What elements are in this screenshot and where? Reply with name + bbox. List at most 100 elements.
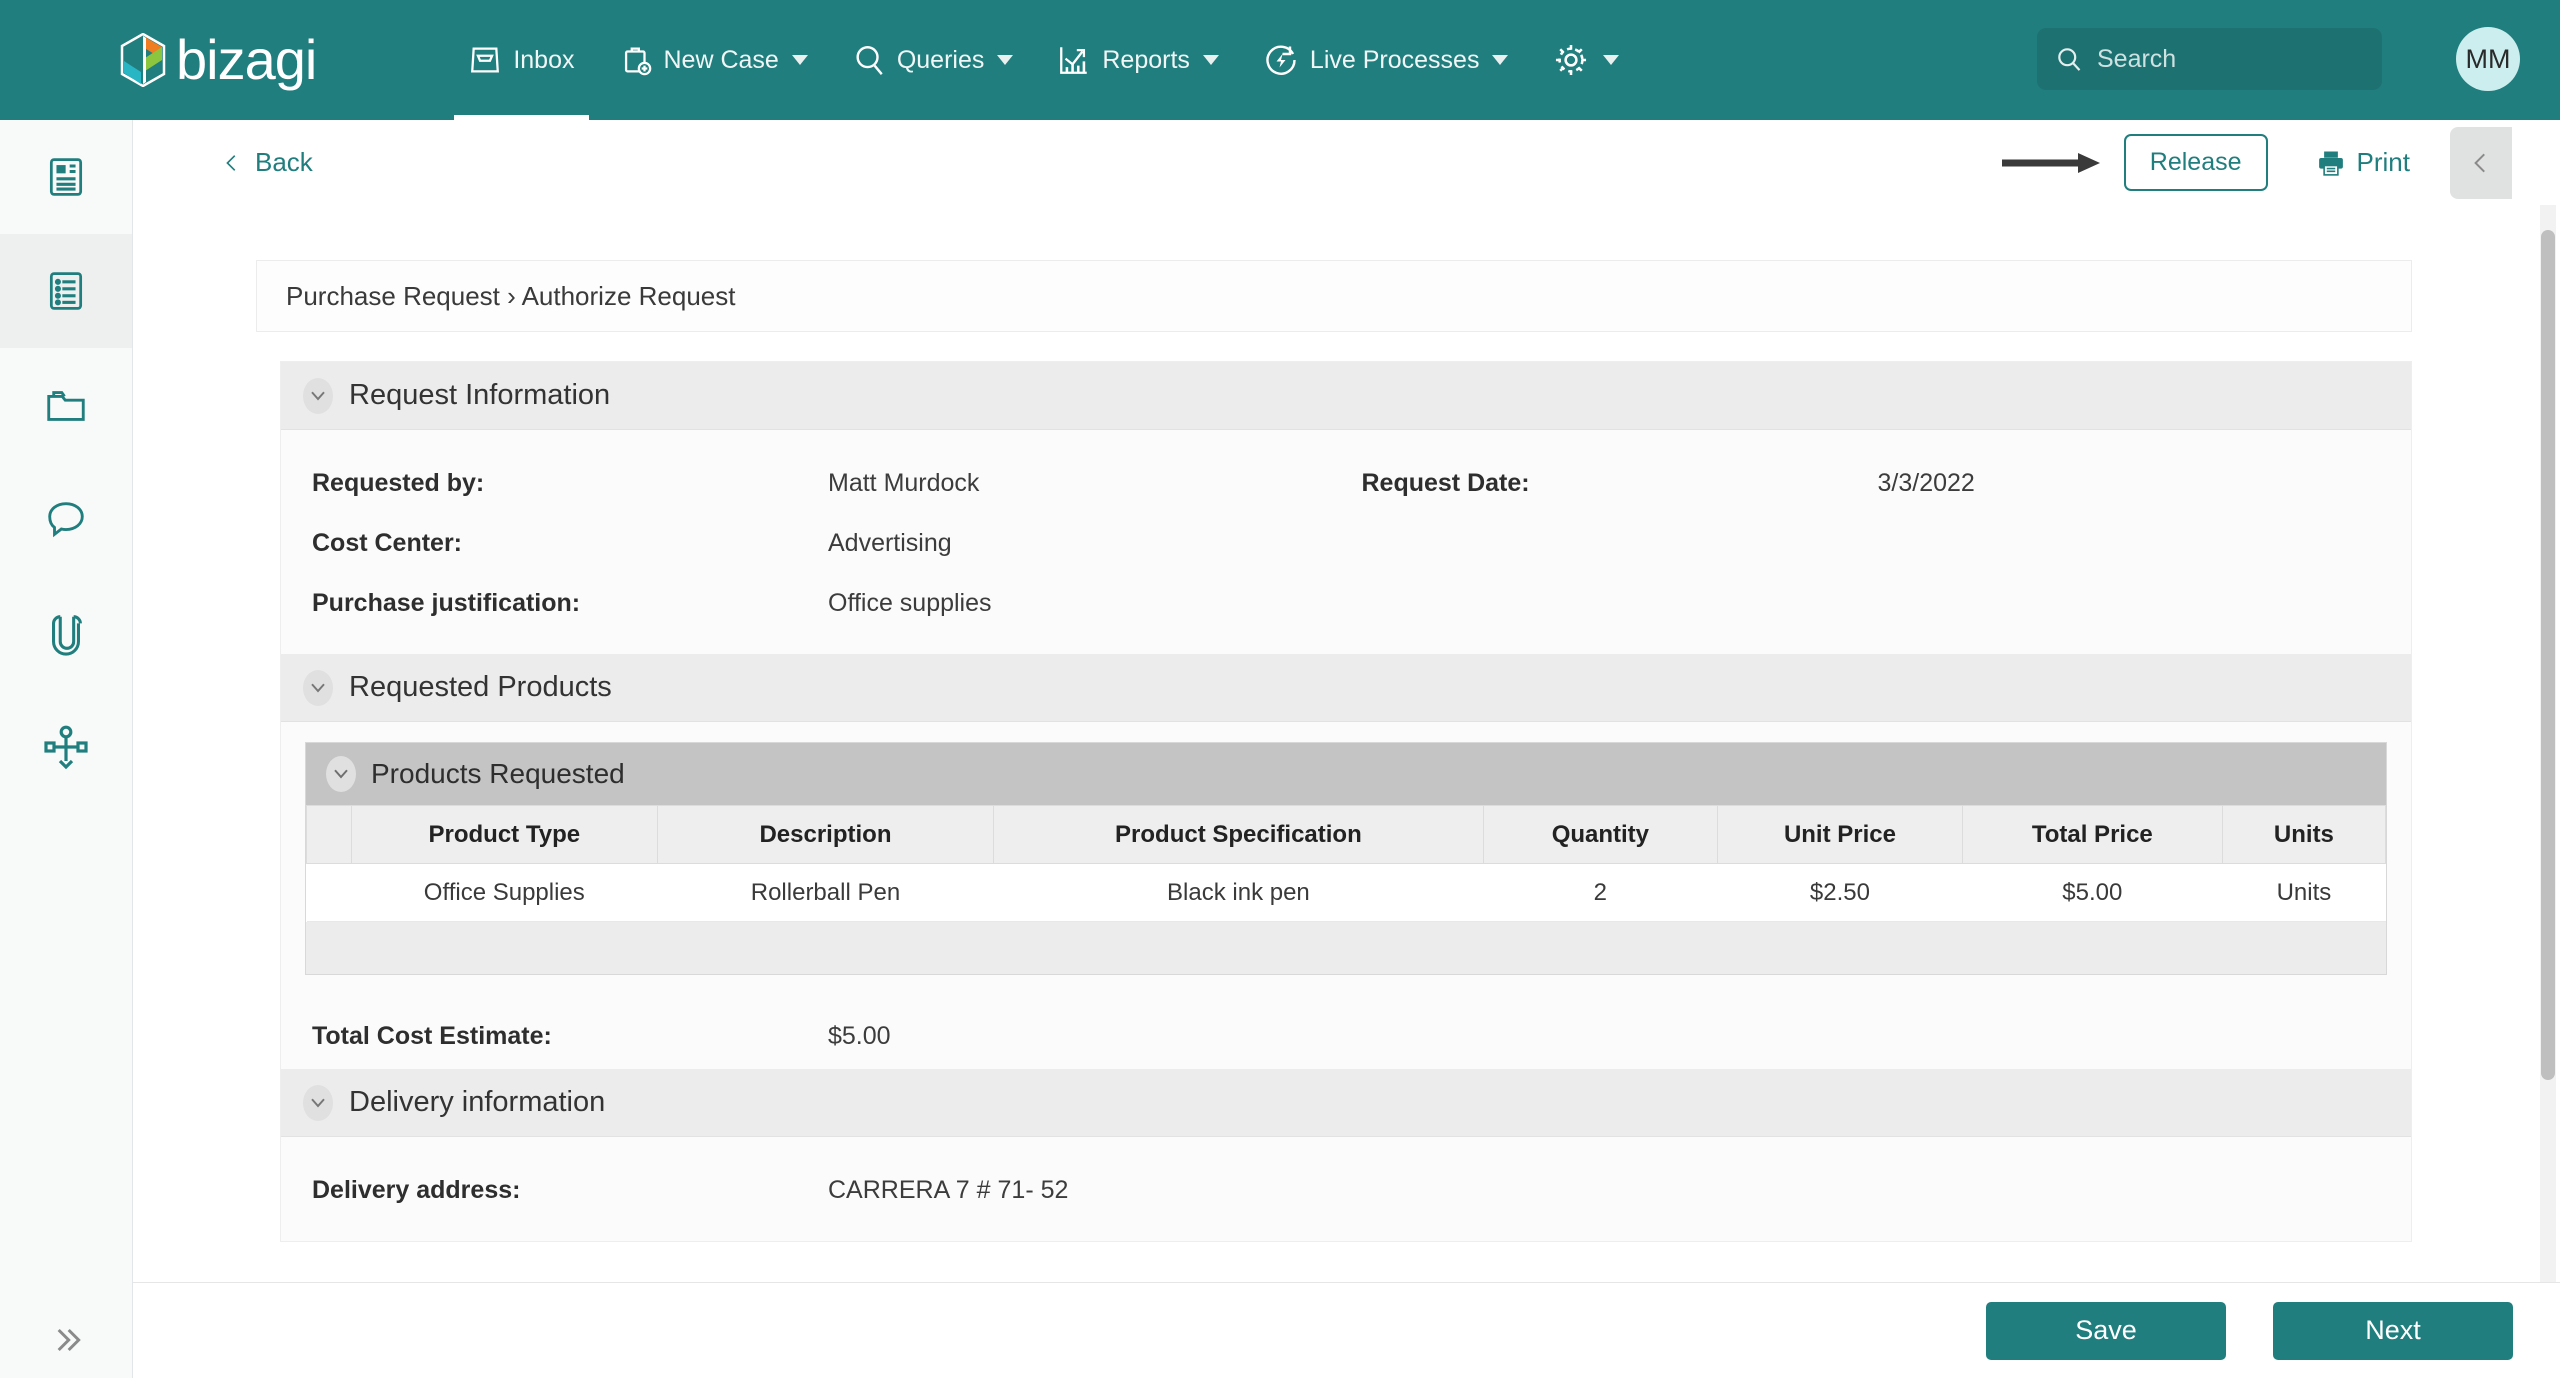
column-header-unit-price[interactable]: Unit Price — [1717, 805, 1963, 864]
inbox-icon — [471, 47, 500, 73]
avatar[interactable]: MM — [2456, 27, 2520, 91]
cell-product-type: Office Supplies — [351, 863, 658, 922]
rail-item-folder[interactable] — [0, 348, 132, 462]
nav-item-inbox[interactable]: Inbox — [446, 0, 596, 120]
field-requested-by: Requested by: Matt Murdock — [312, 456, 1362, 502]
field-value: CARRERA 7 # 71- 52 — [828, 1176, 1069, 1204]
field-cost-center: Cost Center: Advertising — [312, 516, 1362, 562]
cell-description: Rollerball Pen — [657, 863, 994, 922]
cell-total-price: $5.00 — [1962, 863, 2223, 922]
total-cost-label: Total Cost Estimate: — [312, 1022, 552, 1050]
column-header-total-price[interactable]: Total Price — [1961, 805, 2223, 864]
field-label: Purchase justification: — [312, 589, 581, 617]
rail-item-attachments[interactable] — [0, 576, 132, 690]
section-title-request-information: Request Information — [349, 379, 611, 411]
table-header-row: Product Type Description Product Specifi… — [306, 805, 2387, 864]
back-label: Back — [255, 147, 313, 177]
rail-item-process-diagram[interactable] — [0, 690, 132, 804]
release-button[interactable]: Release — [2123, 134, 2268, 191]
scrollbar-thumb[interactable] — [2541, 230, 2555, 1080]
save-button[interactable]: Save — [1986, 1301, 2226, 1360]
nav-item-settings[interactable] — [1530, 0, 1641, 120]
chevron-down-icon[interactable] — [326, 756, 356, 792]
breadcrumb-text: Purchase Request › Authorize Request — [286, 280, 736, 311]
back-button[interactable]: Back — [221, 147, 313, 178]
field-label: Delivery address: — [312, 1176, 521, 1204]
grid-footer — [306, 922, 2386, 974]
nav-label-inbox: Inbox — [513, 45, 575, 74]
column-header-select[interactable] — [306, 805, 352, 864]
field-value: Office supplies — [828, 589, 992, 617]
rail-item-comments[interactable] — [0, 462, 132, 576]
cell-unit-price: $2.50 — [1717, 863, 1963, 922]
avatar-initials: MM — [2465, 43, 2511, 74]
collapse-panel-button[interactable] — [2450, 126, 2512, 199]
grid-header-products-requested[interactable]: Products Requested — [306, 743, 2386, 805]
field-row: Requested by: Matt Murdock Request Date:… — [281, 456, 2411, 502]
nav-item-live-processes[interactable]: Live Processes — [1241, 0, 1531, 120]
nav-item-new-case[interactable]: New Case — [597, 0, 830, 120]
bizagi-logo-mark — [120, 33, 166, 87]
nav-item-reports[interactable]: Reports — [1035, 0, 1241, 120]
section-header-delivery-information[interactable]: Delivery information — [281, 1069, 2411, 1137]
cell-units: Units — [2222, 863, 2386, 922]
delivery-information-fields: Delivery address: CARRERA 7 # 71- 52 — [281, 1137, 2411, 1241]
field-purchase-justification: Purchase justification: Office supplies — [312, 576, 1362, 622]
column-header-units[interactable]: Units — [2221, 805, 2387, 864]
cell-select[interactable] — [306, 863, 352, 922]
field-label: Requested by: — [312, 469, 485, 497]
attachments-icon — [52, 615, 82, 656]
column-header-description[interactable]: Description — [656, 805, 995, 864]
print-button[interactable]: Print — [2316, 147, 2410, 178]
field-delivery-address: Delivery address: CARRERA 7 # 71- 52 — [312, 1163, 1362, 1209]
table-body: Office Supplies Rollerball Pen Black ink… — [306, 863, 2386, 922]
field-label: Cost Center: — [312, 529, 463, 557]
search-icon — [856, 46, 883, 75]
chevron-down-icon[interactable] — [303, 669, 333, 706]
bizagi-logo[interactable]: bizagi — [120, 32, 317, 88]
nav-label-new-case: New Case — [663, 45, 779, 74]
chevron-down-icon[interactable] — [303, 1084, 333, 1121]
main-nav: Inbox New Case Queries Reports Live Proc… — [446, 0, 1641, 120]
table-row[interactable]: Office Supplies Rollerball Pen Black ink… — [306, 863, 2386, 922]
column-header-product-specification[interactable]: Product Specification — [993, 805, 1484, 864]
reports-chart-icon — [1060, 47, 1088, 74]
section-title-requested-products: Requested Products — [349, 671, 612, 703]
chevron-left-icon — [226, 154, 236, 171]
chevron-down-icon[interactable] — [303, 377, 333, 414]
cell-product-specification: Black ink pen — [993, 863, 1484, 922]
next-button[interactable]: Next — [2273, 1301, 2513, 1360]
form-bottom-bar: Save Next — [133, 1282, 2560, 1378]
case-form: Request Information Requested by: Matt M… — [280, 361, 2412, 1242]
section-header-request-information[interactable]: Request Information — [281, 362, 2411, 430]
rail-item-case-summary[interactable] — [0, 120, 132, 234]
comments-icon — [48, 502, 84, 538]
chevron-left-icon — [2474, 153, 2485, 172]
field-value: Advertising — [828, 529, 952, 557]
field-value: Matt Murdock — [828, 469, 980, 497]
gear-icon — [1556, 44, 1587, 76]
chevron-down-icon — [997, 55, 1014, 65]
column-header-quantity[interactable]: Quantity — [1482, 805, 1719, 864]
nav-label-reports: Reports — [1102, 45, 1190, 74]
field-value: 3/3/2022 — [1877, 469, 1975, 497]
chevron-down-icon — [1603, 55, 1620, 65]
section-header-requested-products[interactable]: Requested Products — [281, 654, 2411, 722]
field-label: Request Date: — [1361, 469, 1530, 497]
folder-icon — [47, 391, 85, 421]
chevron-down-icon — [791, 55, 808, 65]
column-header-product-type[interactable]: Product Type — [350, 805, 658, 864]
cell-quantity: 2 — [1483, 863, 1718, 922]
search-input[interactable]: Search — [2037, 28, 2382, 90]
new-case-icon — [624, 47, 651, 76]
live-processes-icon — [1266, 45, 1296, 75]
table-header: Product Type Description Product Specifi… — [306, 805, 2387, 864]
rail-item-activity-list[interactable] — [0, 234, 132, 348]
rail-expand-button[interactable] — [0, 1320, 133, 1360]
field-row: Cost Center: Advertising — [281, 516, 2411, 562]
nav-item-queries[interactable]: Queries — [830, 0, 1036, 120]
nav-label-live-processes: Live Processes — [1309, 45, 1480, 74]
left-icon-rail — [0, 120, 133, 1378]
section-title-delivery-information: Delivery information — [349, 1086, 606, 1118]
chevron-down-icon — [1202, 55, 1219, 65]
